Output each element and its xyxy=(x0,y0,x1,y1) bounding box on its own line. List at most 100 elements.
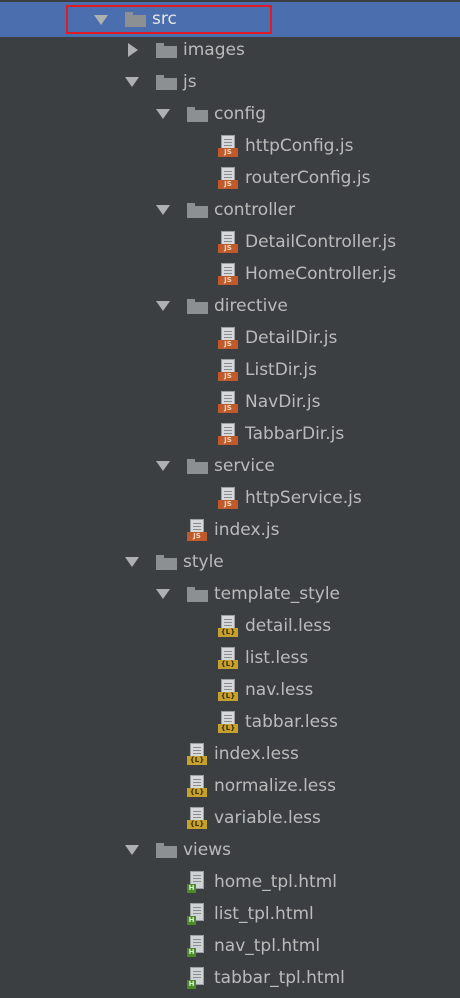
expand-arrow-icon[interactable] xyxy=(125,77,139,87)
tree-item-normalize-less[interactable]: {L} normalize.less xyxy=(0,770,460,802)
expand-arrow-icon[interactable] xyxy=(125,845,139,855)
tree-item-label: config xyxy=(214,104,267,124)
tree-item-label: DetailDir.js xyxy=(245,328,338,348)
tree-item-views[interactable]: views xyxy=(0,834,460,866)
tree-item-images[interactable]: images xyxy=(0,34,460,66)
tree-item-label: index.js xyxy=(214,520,280,540)
tree-item-detail-less[interactable]: {L} detail.less xyxy=(0,610,460,642)
html-file-icon: H xyxy=(187,935,207,957)
project-tree: src images js config JS httpConfig.js JS… xyxy=(0,0,460,998)
tree-item-label: detail.less xyxy=(245,616,332,636)
html-file-icon: H xyxy=(187,871,207,893)
js-file-icon: JS xyxy=(218,167,238,189)
folder-icon xyxy=(156,555,177,570)
collapse-arrow-icon[interactable] xyxy=(128,43,138,57)
tree-item-detaildir-js[interactable]: JS DetailDir.js xyxy=(0,322,460,354)
folder-icon xyxy=(156,843,177,858)
js-file-icon: JS xyxy=(218,327,238,349)
html-file-icon: H xyxy=(187,903,207,925)
tree-item-label: TabbarDir.js xyxy=(245,424,345,444)
tree-item-label: views xyxy=(183,840,232,860)
tree-item-label: service xyxy=(214,456,275,476)
tree-item-label: directive xyxy=(214,296,288,316)
tree-item-list-less[interactable]: {L} list.less xyxy=(0,642,460,674)
tree-item-label: DetailController.js xyxy=(245,232,397,252)
tree-item-label: httpConfig.js xyxy=(245,136,354,156)
tree-item-label: httpService.js xyxy=(245,488,362,508)
tree-item-label: index.less xyxy=(214,744,299,764)
tree-item-style[interactable]: style xyxy=(0,546,460,578)
tree-item-httpconfig-js[interactable]: JS httpConfig.js xyxy=(0,130,460,162)
expand-arrow-icon[interactable] xyxy=(156,301,170,311)
less-file-icon: {L} xyxy=(218,711,238,733)
tree-item-detailcontroller-js[interactable]: JS DetailController.js xyxy=(0,226,460,258)
tree-item-directive[interactable]: directive xyxy=(0,290,460,322)
tree-item-label: controller xyxy=(214,200,296,220)
tree-item-label: nav_tpl.html xyxy=(214,936,321,956)
less-file-icon: {L} xyxy=(218,647,238,669)
tree-item-nav-tpl-html[interactable]: H nav_tpl.html xyxy=(0,930,460,962)
expand-arrow-icon[interactable] xyxy=(156,589,170,599)
js-file-icon: JS xyxy=(218,135,238,157)
less-file-icon: {L} xyxy=(218,615,238,637)
folder-icon xyxy=(187,459,208,474)
tree-item-homecontroller-js[interactable]: JS HomeController.js xyxy=(0,258,460,290)
tree-item-label: tabbar.less xyxy=(245,712,338,732)
tree-item-label: list_tpl.html xyxy=(214,904,314,924)
tree-item-service[interactable]: service xyxy=(0,450,460,482)
tree-item-label: template_style xyxy=(214,584,341,604)
less-file-icon: {L} xyxy=(187,743,207,765)
expand-arrow-icon[interactable] xyxy=(156,461,170,471)
js-file-icon: JS xyxy=(218,391,238,413)
tree-item-label: list.less xyxy=(245,648,309,668)
less-file-icon: {L} xyxy=(187,775,207,797)
tree-item-home-tpl-html[interactable]: H home_tpl.html xyxy=(0,866,460,898)
folder-icon xyxy=(187,299,208,314)
folder-icon xyxy=(187,107,208,122)
highlight-box xyxy=(66,5,272,34)
js-file-icon: JS xyxy=(187,519,207,541)
tree-item-config[interactable]: config xyxy=(0,98,460,130)
expand-arrow-icon[interactable] xyxy=(156,109,170,119)
tree-item-list-tpl-html[interactable]: H list_tpl.html xyxy=(0,898,460,930)
tree-item-tabbardir-js[interactable]: JS TabbarDir.js xyxy=(0,418,460,450)
folder-icon xyxy=(187,203,208,218)
tree-item-tabbar-less[interactable]: {L} tabbar.less xyxy=(0,706,460,738)
tree-item-label: tabbar_tpl.html xyxy=(214,968,345,988)
folder-icon xyxy=(156,43,177,58)
tree-item-label: HomeController.js xyxy=(245,264,397,284)
less-file-icon: {L} xyxy=(187,807,207,829)
tree-item-label: home_tpl.html xyxy=(214,872,338,892)
js-file-icon: JS xyxy=(218,423,238,445)
tree-item-listdir-js[interactable]: JS ListDir.js xyxy=(0,354,460,386)
tree-item-label: routerConfig.js xyxy=(245,168,371,188)
tree-item-index-js[interactable]: JS index.js xyxy=(0,514,460,546)
tree-item-js[interactable]: js xyxy=(0,66,460,98)
tree-item-index-less[interactable]: {L} index.less xyxy=(0,738,460,770)
js-file-icon: JS xyxy=(218,231,238,253)
tree-item-template-style[interactable]: template_style xyxy=(0,578,460,610)
tree-item-controller[interactable]: controller xyxy=(0,194,460,226)
folder-icon xyxy=(187,587,208,602)
js-file-icon: JS xyxy=(218,487,238,509)
tree-item-label: variable.less xyxy=(214,808,321,828)
tree-item-variable-less[interactable]: {L} variable.less xyxy=(0,802,460,834)
html-file-icon: H xyxy=(187,967,207,989)
js-file-icon: JS xyxy=(218,359,238,381)
tree-item-navdir-js[interactable]: JS NavDir.js xyxy=(0,386,460,418)
folder-icon xyxy=(156,75,177,90)
tree-item-label: nav.less xyxy=(245,680,314,700)
tree-item-httpservice-js[interactable]: JS httpService.js xyxy=(0,482,460,514)
tree-item-label: normalize.less xyxy=(214,776,336,796)
tree-item-label: ListDir.js xyxy=(245,360,317,380)
tree-item-nav-less[interactable]: {L} nav.less xyxy=(0,674,460,706)
tree-item-label: NavDir.js xyxy=(245,392,321,412)
js-file-icon: JS xyxy=(218,263,238,285)
less-file-icon: {L} xyxy=(218,679,238,701)
tree-item-label: style xyxy=(183,552,224,572)
expand-arrow-icon[interactable] xyxy=(156,205,170,215)
tree-item-tabbar-tpl-html[interactable]: H tabbar_tpl.html xyxy=(0,962,460,994)
expand-arrow-icon[interactable] xyxy=(125,557,139,567)
tree-item-label: images xyxy=(183,40,245,60)
tree-item-routerconfig-js[interactable]: JS routerConfig.js xyxy=(0,162,460,194)
